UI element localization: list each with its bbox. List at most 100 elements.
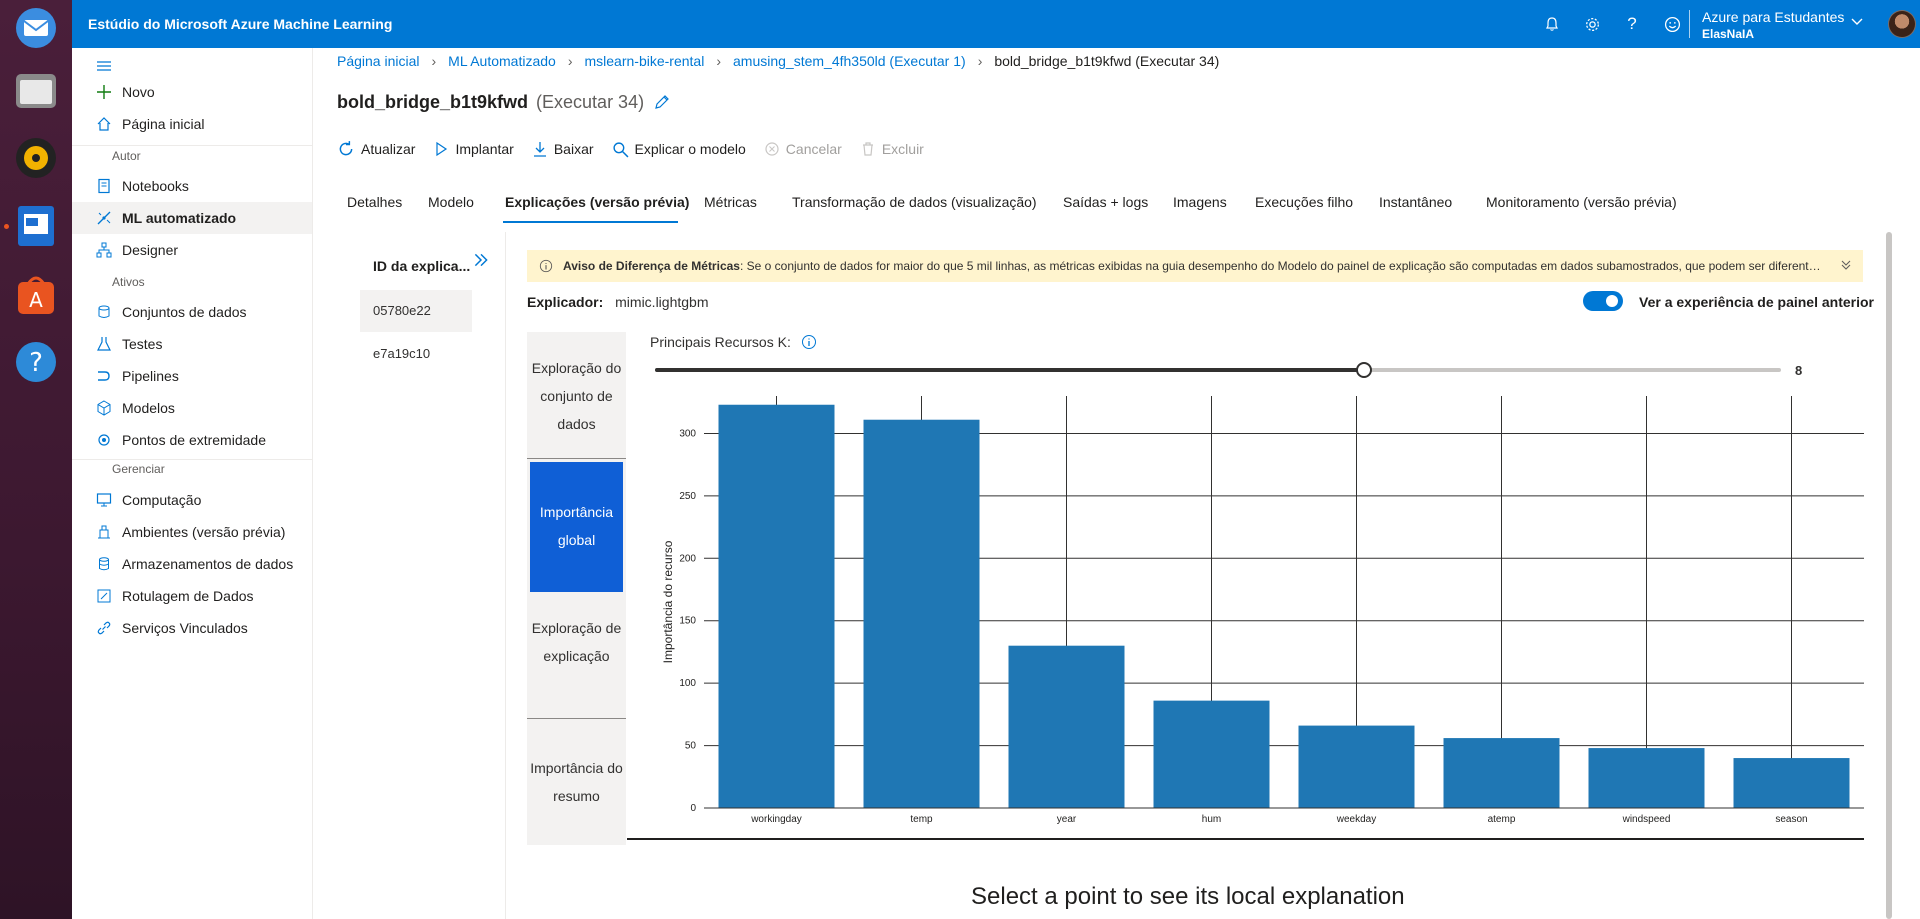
top-bar: Estúdio do Microsoft Azure Machine Learn… [72,0,1920,48]
y-tick-label: 300 [679,428,696,439]
refresh-label: Atualizar [361,141,416,157]
breadcrumb-automl[interactable]: ML Automatizado [448,53,556,69]
help-app-icon[interactable]: ? [12,338,60,386]
metrics-warning-bar: Aviso de Diferença de Métricas: Se o con… [527,250,1863,282]
automl-icon [97,211,111,225]
active-tab-indicator [503,221,678,223]
scrollbar-thumb[interactable] [1886,232,1892,919]
x-tick-label: hum [1202,814,1221,825]
explainer-info: Explicador: mimic.lightgbm [527,294,709,310]
smiley-icon[interactable] [1660,12,1684,36]
nav-datasets-label: Conjuntos de dados [122,304,247,320]
warning-body: : Se o conjunto de dados for maior do qu… [739,259,1823,273]
breadcrumb-parent-run[interactable]: amusing_stem_4fh350ld (Executar 1) [733,53,966,69]
bell-icon[interactable] [1540,12,1564,36]
warning-text: Aviso de Diferença de Métricas: Se o con… [563,259,1823,273]
app-title[interactable]: Estúdio do Microsoft Azure Machine Learn… [88,16,392,32]
nav-endpoints-label: Pontos de extremidade [122,432,266,448]
explainer-label: Explicador: [527,294,604,310]
nav-automated-ml-label: ML automatizado [122,210,237,226]
nav-notebooks-label: Notebooks [122,178,189,194]
tab-monitoring[interactable]: Monitoramento (versão prévia) [1486,194,1677,210]
x-tick-label: year [1057,814,1077,825]
y-axis-label: Importância do recurso [661,540,675,663]
nav-designer[interactable]: Designer [72,234,312,266]
tab-model[interactable]: Modelo [428,194,474,210]
download-icon [533,142,546,157]
tab-images[interactable]: Imagens [1173,194,1227,210]
delete-button[interactable]: Excluir [860,136,924,162]
explanation-id-header[interactable]: ID da explica... [373,258,470,274]
bar [863,419,980,808]
pencil-icon[interactable] [654,94,670,115]
tab-snapshot[interactable]: Instantâneo [1379,194,1452,210]
tab-outputs-logs[interactable]: Saídas + logs [1063,194,1148,210]
gear-icon[interactable] [1580,12,1604,36]
nav-datasets[interactable]: Conjuntos de dados [72,296,312,328]
info-icon[interactable] [801,334,817,353]
warning-title: Aviso de Diferença de Métricas [563,259,740,273]
nav-endpoints[interactable]: Pontos de extremidade [72,424,312,456]
breadcrumb-experiment[interactable]: mslearn-bike-rental [585,53,705,69]
download-button[interactable]: Baixar [532,136,594,162]
previous-dashboard-toggle[interactable] [1583,291,1623,311]
chart-baseline [627,838,1864,840]
nav-linked-services-label: Serviços Vinculados [122,620,248,636]
software-store-icon[interactable]: A [12,270,60,318]
main-scrollbar[interactable] [1886,232,1892,919]
double-chevron-down-icon[interactable] [1839,258,1853,275]
bar [718,404,835,808]
files-app-icon[interactable] [12,66,60,114]
nav-linked-services[interactable]: Serviços Vinculados [72,612,312,644]
page-title: bold_bridge_b1t9kfwd (Executar 34) [337,92,670,115]
avatar[interactable] [1888,10,1916,38]
explanation-id-item[interactable]: 05780e22 [360,290,472,332]
side-tab-explanation-exploration[interactable]: Exploração de explicação [527,614,626,670]
top-k-slider-thumb[interactable] [1356,362,1373,378]
trash-icon [862,142,873,156]
tab-child-runs[interactable]: Execuções filho [1255,194,1353,210]
explanation-id-item[interactable]: e7a19c10 [360,333,472,375]
help-icon[interactable]: ? [1620,12,1644,36]
nav-environments-label: Ambientes (versão prévia) [122,524,286,540]
top-k-slider-track[interactable] [655,368,1781,372]
nav-experiments[interactable]: Testes [72,328,312,360]
side-tab-summary-importance[interactable]: Importância do resumo [527,754,626,810]
account-name[interactable]: Azure para Estudantes [1702,9,1844,25]
side-tab-global-importance[interactable]: Importância global [530,462,623,592]
magnifier-icon [612,141,628,157]
nav-data-labeling[interactable]: Rotulagem de Dados [72,580,312,612]
account-user[interactable]: ElasNaIA [1702,27,1754,41]
chevron-down-icon[interactable] [1850,14,1864,31]
nav-environments[interactable]: Ambientes (versão prévia) [72,516,312,548]
nav-automated-ml[interactable]: ML automatizado [72,202,312,234]
writer-app-icon[interactable] [12,202,60,250]
breadcrumb-home[interactable]: Página inicial [337,53,420,69]
tab-explanations[interactable]: Explicações (versão prévia) [505,194,689,210]
music-app-icon[interactable] [12,134,60,182]
side-tab-label: Importância global [539,504,614,548]
nav-datastores[interactable]: Armazenamentos de dados [72,548,312,580]
nav-home[interactable]: Página inicial [72,108,312,140]
tab-metrics[interactable]: Métricas [704,194,757,210]
deploy-button[interactable]: Implantar [433,136,514,162]
nav-models[interactable]: Modelos [72,392,312,424]
x-tick-label: atemp [1488,814,1516,825]
nav-pipelines[interactable]: Pipelines [72,360,312,392]
side-tab-dataset-exploration[interactable]: Exploração do conjunto de dados [527,354,626,438]
tab-data-transformation[interactable]: Transformação de dados (visualização) [792,194,1037,210]
nav-designer-label: Designer [122,242,179,258]
y-tick-label: 150 [679,616,696,627]
nav-notebooks[interactable]: Notebooks [72,170,312,202]
expand-icon[interactable] [472,251,490,272]
datastore-icon [99,557,109,571]
explain-model-button[interactable]: Explicar o modelo [612,136,746,162]
nav-new[interactable]: Novo [72,76,312,108]
mail-app-icon[interactable] [12,4,60,52]
refresh-button[interactable]: Atualizar [337,136,415,162]
tab-details[interactable]: Detalhes [347,194,402,210]
nav-compute[interactable]: Computação [72,484,312,516]
cancel-icon [765,142,779,156]
previous-dashboard-toggle-label: Ver a experiência de painel anterior [1639,294,1874,310]
cancel-button[interactable]: Cancelar [764,136,842,162]
